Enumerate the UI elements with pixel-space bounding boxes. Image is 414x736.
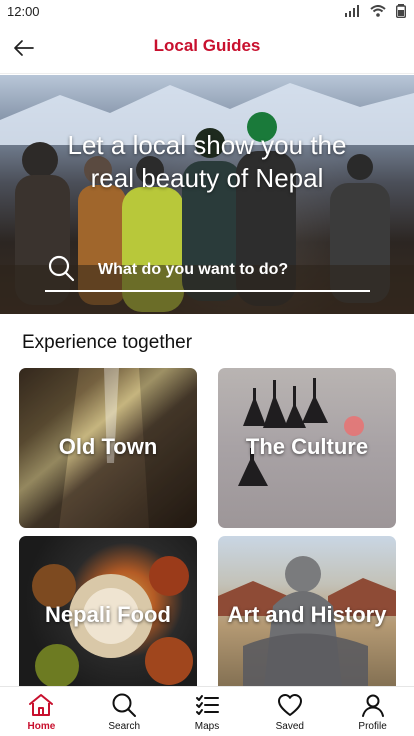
app-header: Local Guides: [0, 24, 414, 74]
search-placeholder: What do you want to do?: [98, 261, 289, 278]
wifi-icon: [370, 5, 386, 17]
status-icons: [344, 4, 406, 18]
hero-title-line-2: real beauty of Nepal: [90, 163, 324, 193]
card-the-culture[interactable]: The Culture: [218, 368, 396, 528]
tab-profile[interactable]: Profile: [331, 687, 414, 736]
user-icon: [361, 694, 384, 717]
heart-icon: [277, 694, 302, 716]
tab-saved[interactable]: Saved: [248, 687, 331, 736]
card-label: The Culture: [245, 434, 369, 459]
hero-banner: Let a local show you the real beauty of …: [0, 75, 414, 314]
search-icon: [48, 255, 75, 282]
tab-home[interactable]: Home: [0, 687, 83, 736]
tab-maps[interactable]: Maps: [166, 687, 249, 736]
tab-label: Profile: [358, 721, 387, 732]
battery-icon: [396, 4, 406, 18]
hero-search-bar[interactable]: What do you want to do?: [45, 252, 370, 292]
card-old-town[interactable]: Old Town: [19, 368, 197, 528]
search-icon: [112, 693, 137, 717]
tab-label: Home: [27, 721, 56, 732]
status-bar: 12:00: [0, 0, 414, 24]
home-icon: [29, 694, 54, 716]
hero-title-line-1: Let a local show you the: [67, 130, 347, 160]
card-art-and-history[interactable]: Art and History: [218, 536, 396, 696]
card-label: Old Town: [58, 434, 158, 459]
list-icon: [195, 695, 219, 715]
section-title: Experience together: [22, 332, 193, 353]
tab-label: Search: [108, 721, 141, 732]
card-label: Art and History: [227, 602, 387, 627]
page-title: Local Guides: [153, 36, 261, 55]
tab-label: Maps: [194, 721, 220, 732]
tab-search[interactable]: Search: [83, 687, 166, 736]
card-nepali-food[interactable]: Nepali Food: [19, 536, 197, 696]
status-time: 12:00: [7, 4, 40, 19]
card-label: Nepali Food: [45, 602, 171, 627]
bottom-tab-bar: Home Search Maps Saved Profile: [0, 686, 414, 736]
hero-title: Let a local show you the real beauty of …: [40, 129, 374, 195]
tab-label: Saved: [275, 721, 304, 732]
signal-icon: [345, 5, 359, 17]
